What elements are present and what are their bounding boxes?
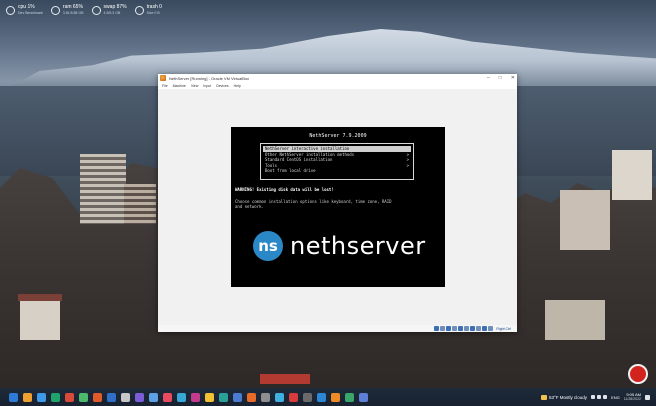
taskbar-apps — [9, 392, 368, 402]
virtualbox-icon — [160, 75, 166, 81]
taskbar-app-icon[interactable] — [177, 392, 186, 402]
trash-widget: trash 0 Size 0 B — [134, 4, 162, 16]
house — [560, 190, 610, 250]
volume-icon[interactable] — [603, 395, 608, 399]
window-title: NethServer [Running] - Oracle VM Virtual… — [169, 75, 250, 81]
window-controls: – □ ✕ — [487, 74, 515, 82]
swap-widget: swap 87% 4.5/5.3 GB — [91, 4, 127, 16]
usb-icon[interactable] — [458, 326, 464, 331]
system-tray: 53°F Mostly cloudy ENG 9:05 AM 11/28/202… — [540, 388, 650, 406]
taskbar-app-icon[interactable] — [191, 392, 200, 402]
weather-widget[interactable]: 53°F Mostly cloudy — [540, 394, 588, 400]
status-bar: Right Ctrl — [158, 325, 517, 332]
cpu-sub: Dev Benchmark — [18, 11, 43, 15]
start-windows-icon[interactable] — [9, 392, 18, 402]
taskbar-app-icon[interactable] — [359, 392, 368, 402]
taskbar-app-icon[interactable] — [107, 392, 116, 402]
taskbar-app-icon[interactable] — [275, 392, 284, 402]
network-icon[interactable] — [452, 326, 458, 331]
taskbar-app-icon[interactable] — [51, 392, 60, 402]
close-button[interactable]: ✕ — [511, 74, 515, 82]
ram-sub: 3.81/5.85 GB — [62, 11, 84, 15]
tower-building-small — [124, 184, 156, 224]
house — [545, 300, 605, 340]
menu-devices[interactable]: Devices — [216, 84, 228, 88]
clock[interactable]: 9:05 AM 11/28/2022 — [624, 392, 641, 402]
window-titlebar[interactable]: NethServer [Running] - Oracle VM Virtual… — [158, 74, 517, 82]
tower-building — [80, 154, 126, 224]
house — [612, 150, 652, 200]
taskbar-app-icon[interactable] — [205, 392, 214, 402]
ram-widget: ram 65% 3.81/5.85 GB — [50, 4, 84, 16]
taskbar-app-icon[interactable] — [303, 392, 312, 402]
menu-input[interactable]: Input — [203, 84, 211, 88]
hard-disk-icon[interactable] — [434, 326, 440, 331]
menu-machine[interactable]: Machine — [173, 84, 186, 88]
guest-boot-screen[interactable]: NethServer 7.9.2009 NethServer interacti… — [231, 127, 445, 287]
shared-folder-icon[interactable] — [464, 326, 470, 331]
taskbar-app-icon[interactable] — [261, 392, 270, 402]
menu-file[interactable]: File — [162, 84, 168, 88]
taskbar-app-icon[interactable] — [23, 392, 32, 402]
nethserver-logo-mark-icon: ns — [253, 231, 283, 261]
house — [20, 300, 60, 340]
display-icon[interactable] — [470, 326, 476, 331]
roof — [260, 374, 310, 384]
boot-title: NethServer 7.9.2009 — [309, 133, 367, 139]
notification-avatar-icon[interactable] — [628, 364, 648, 384]
option-help-text: Choose common installation options like … — [235, 199, 392, 209]
taskbar-app-icon[interactable] — [317, 392, 326, 402]
system-monitor-widgets: cpu 1% Dev Benchmark ram 65% 3.81/5.85 GB … — [6, 4, 162, 16]
ring-icon — [6, 5, 15, 15]
taskbar: 53°F Mostly cloudy ENG 9:05 AM 11/28/202… — [0, 388, 656, 406]
taskbar-app-icon[interactable] — [135, 392, 144, 402]
disk-warning: WARNING! Existing disk data will be lost… — [235, 187, 334, 192]
taskbar-app-icon[interactable] — [219, 392, 228, 402]
nethserver-logo: ns nethserver — [253, 231, 426, 261]
recording-icon[interactable] — [476, 326, 482, 331]
ring-icon — [50, 5, 60, 15]
boot-option-local-drive[interactable]: Boot from local drive — [263, 168, 411, 174]
taskbar-app-icon[interactable] — [247, 392, 256, 402]
clock-date: 11/28/2022 — [623, 397, 641, 401]
taskbar-app-icon[interactable] — [37, 392, 46, 402]
taskbar-app-icon[interactable] — [233, 392, 242, 402]
weather-text: 53°F Mostly cloudy — [548, 394, 588, 400]
audio-icon[interactable] — [446, 326, 452, 331]
taskbar-app-icon[interactable] — [331, 392, 340, 402]
language-indicator[interactable]: ENG — [611, 395, 620, 400]
roof — [18, 294, 62, 301]
notification-icon[interactable] — [645, 394, 650, 400]
taskbar-app-icon[interactable] — [149, 392, 158, 402]
cpu-widget: cpu 1% Dev Benchmark — [6, 4, 43, 16]
taskbar-app-icon[interactable] — [163, 392, 172, 402]
trash-sub: Size 0 B — [146, 11, 160, 15]
host-key-label[interactable]: Right Ctrl — [496, 327, 511, 331]
mouse-integration-icon[interactable] — [488, 326, 494, 331]
taskbar-app-icon[interactable] — [65, 392, 74, 402]
boot-menu: NethServer interactive installation Othe… — [260, 143, 414, 180]
cloud-icon[interactable] — [597, 395, 602, 399]
weather-icon — [540, 394, 547, 400]
taskbar-app-icon[interactable] — [345, 392, 354, 402]
maximize-button[interactable]: □ — [499, 74, 502, 82]
optical-drive-icon[interactable] — [440, 326, 446, 331]
taskbar-app-icon[interactable] — [79, 392, 88, 402]
taskbar-app-icon[interactable] — [289, 392, 298, 402]
tray-icons — [591, 395, 608, 399]
taskbar-app-icon[interactable] — [93, 392, 102, 402]
nethserver-logo-text: nethserver — [290, 232, 426, 260]
menu-view[interactable]: View — [191, 84, 199, 88]
menu-help[interactable]: Help — [234, 84, 241, 88]
minimize-button[interactable]: – — [487, 74, 490, 82]
ring-icon — [134, 5, 144, 15]
taskbar-app-icon[interactable] — [121, 392, 130, 402]
ring-icon — [91, 5, 101, 15]
cpu-icon[interactable] — [482, 326, 488, 331]
chevron-up-icon[interactable] — [591, 395, 596, 399]
swap-sub: 4.5/5.3 GB — [103, 11, 121, 15]
